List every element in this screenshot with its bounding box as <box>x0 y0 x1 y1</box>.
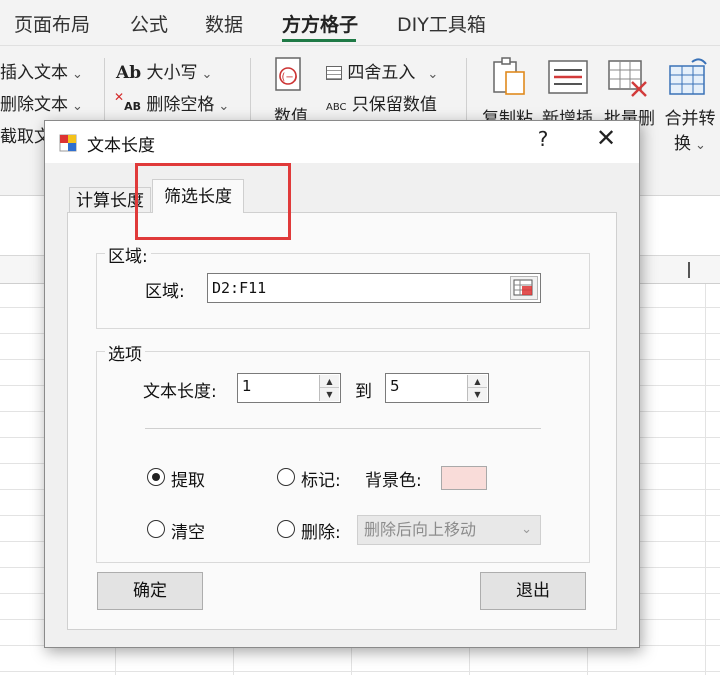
delete-label: 删除: <box>301 523 341 543</box>
app-icon <box>59 134 77 152</box>
chevron-down-icon: ⌄ <box>218 99 230 114</box>
batch-delete-icon <box>606 58 650 98</box>
ribbon-tab-diy-toolbox[interactable]: DIY工具箱 <box>397 10 486 37</box>
length-to-spin-buttons: ▲ ▼ <box>467 375 487 401</box>
chevron-down-icon: ⌄ <box>427 67 439 82</box>
help-button[interactable]: ? <box>533 127 553 151</box>
delete-space-label: 删除空格 <box>146 95 215 115</box>
close-button[interactable]: ✕ <box>593 124 619 152</box>
new-insert-icon <box>546 58 592 98</box>
keep-number-icon: ABC <box>326 102 347 113</box>
length-to-value: 5 <box>390 377 400 395</box>
delete-text-button[interactable]: 删除文本 ⌄ <box>0 90 83 115</box>
extract-label: 提取 <box>171 471 205 491</box>
delete-mode-value: 删除后向上移动 <box>364 520 477 539</box>
copy-paste-icon <box>488 56 528 100</box>
region-group-title: 区域: <box>105 242 151 267</box>
dialog-title: 文本长度 <box>87 136 155 156</box>
round-button[interactable]: 四舍五入 ⌄ <box>326 58 438 83</box>
text-length-dialog: 文本长度 ? ✕ 计算长度 筛选长度 区域: 选项 区域: D2:F11 文本长… <box>44 120 640 648</box>
text-cursor <box>688 262 690 278</box>
delete-radio[interactable] <box>277 520 295 538</box>
options-divider <box>145 428 541 429</box>
bg-color-label: 背景色: <box>365 471 422 491</box>
insert-text-button[interactable]: 插入文本 ⌄ <box>0 58 83 83</box>
length-to-stepper[interactable]: 5 ▲ ▼ <box>385 373 489 403</box>
chevron-down-icon: ⌄ <box>201 67 213 82</box>
region-label: 区域: <box>145 282 185 302</box>
ribbon-tab-formulas[interactable]: 公式 <box>130 10 168 37</box>
ribbon-tab-bar: 页面布局 公式 数据 方方格子 DIY工具箱 <box>0 0 720 46</box>
chevron-down-icon: ⌄ <box>72 99 83 114</box>
spin-down-icon[interactable]: ▼ <box>320 388 339 401</box>
mark-label: 标记: <box>301 471 341 491</box>
ribbon-tab-data[interactable]: 数据 <box>205 10 243 37</box>
clear-label: 清空 <box>171 523 205 543</box>
delete-x-icon: ✕ <box>114 90 125 104</box>
delete-text-label: 删除文本 <box>0 95 68 115</box>
range-picker-icon <box>513 279 533 296</box>
change-case-label: 大小写 <box>146 63 198 83</box>
ribbon-tab-page-layout[interactable]: 页面布局 <box>14 10 90 37</box>
merge-convert-label: 合并转 <box>664 109 716 129</box>
region-input[interactable]: D2:F11 <box>207 273 541 303</box>
round-label: 四舍五入 <box>347 63 416 83</box>
change-case-button[interactable]: Ab 大小写 ⌄ <box>116 58 212 83</box>
delete-space-icon: AB <box>124 100 141 113</box>
merge-convert-label-line2: 换 <box>674 134 692 154</box>
insert-text-label: 插入文本 <box>0 63 68 83</box>
range-select-button[interactable] <box>510 276 538 300</box>
spin-down-icon[interactable]: ▼ <box>468 388 487 401</box>
spin-up-icon[interactable]: ▲ <box>468 375 487 388</box>
delete-space-button[interactable]: ✕AB 删除空格 ⌄ <box>114 90 229 115</box>
active-tab-indicator <box>282 39 356 42</box>
merge-convert-icon <box>666 56 710 100</box>
keep-number-button[interactable]: ABC 只保留数值 <box>326 90 437 115</box>
region-value: D2:F11 <box>212 279 267 297</box>
text-length-label: 文本长度: <box>143 382 217 402</box>
keep-number-label: 只保留数值 <box>351 95 437 115</box>
delete-mode-select[interactable]: 删除后向上移动 ⌄ <box>357 515 541 545</box>
merge-convert-label-2: 换 ⌄ <box>664 129 716 154</box>
case-icon: Ab <box>116 63 142 83</box>
length-from-spin-buttons: ▲ ▼ <box>319 375 339 401</box>
ribbon-tab-fangfang[interactable]: 方方格子 <box>282 10 358 37</box>
ok-button[interactable]: 确定 <box>97 572 203 610</box>
length-from-stepper[interactable]: 1 ▲ ▼ <box>237 373 341 403</box>
ribbon-separator <box>104 58 105 128</box>
to-label: 到 <box>355 382 372 402</box>
value-icon: (−) <box>272 56 306 100</box>
mark-radio[interactable] <box>277 468 295 486</box>
chevron-down-icon: ⌄ <box>72 67 83 82</box>
length-from-value: 1 <box>242 377 252 395</box>
extract-radio[interactable] <box>147 468 165 486</box>
merge-convert-button[interactable]: 合并转 换 ⌄ <box>664 104 716 154</box>
chevron-down-icon: ⌄ <box>521 522 532 537</box>
options-group-title: 选项 <box>105 340 145 365</box>
round-icon <box>326 66 342 80</box>
clear-radio[interactable] <box>147 520 165 538</box>
dialog-titlebar[interactable]: 文本长度 ? ✕ <box>45 121 639 163</box>
bg-color-swatch[interactable] <box>441 466 487 490</box>
highlight-annotation-box <box>135 163 291 240</box>
exit-button[interactable]: 退出 <box>480 572 586 610</box>
svg-text:(−): (−) <box>282 72 298 83</box>
spin-up-icon[interactable]: ▲ <box>320 375 339 388</box>
chevron-down-icon: ⌄ <box>695 138 706 153</box>
ribbon-separator <box>250 58 251 128</box>
